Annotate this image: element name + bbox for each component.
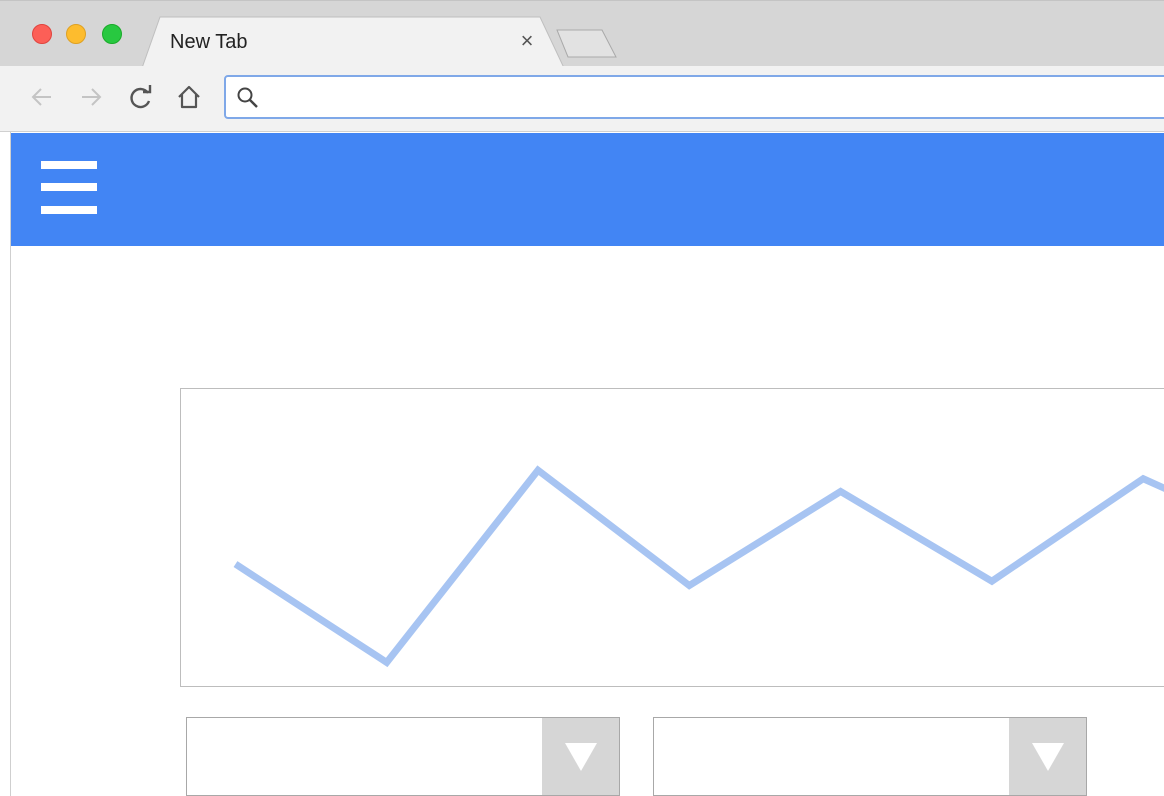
new-tab-icon xyxy=(556,29,617,58)
app-bar xyxy=(11,133,1164,246)
line-chart-plot xyxy=(233,465,1164,668)
new-tab-button[interactable] xyxy=(556,29,618,59)
home-icon xyxy=(178,85,200,109)
browser-window: New Tab × xyxy=(0,0,1164,796)
tab-close-icon[interactable]: × xyxy=(515,29,539,53)
menu-bar-line xyxy=(41,161,97,169)
address-bar[interactable] xyxy=(224,75,1164,119)
search-icon xyxy=(237,87,258,108)
hamburger-menu-icon[interactable] xyxy=(41,161,97,215)
dropdown-1-toggle[interactable] xyxy=(542,718,619,795)
window-maximize-button[interactable] xyxy=(102,24,122,44)
series-line-0 xyxy=(233,465,1164,668)
triangle-down-icon xyxy=(565,743,597,771)
reload-icon xyxy=(130,85,152,109)
menu-bar-line xyxy=(41,183,97,191)
dropdown-2[interactable] xyxy=(653,717,1087,796)
browser-toolbar xyxy=(0,66,1164,132)
window-close-button[interactable] xyxy=(32,24,52,44)
arrow-right-icon xyxy=(82,88,102,106)
reload-button[interactable] xyxy=(126,82,156,112)
window-minimize-button[interactable] xyxy=(66,24,86,44)
tab-new-tab[interactable]: New Tab × xyxy=(140,16,568,68)
forward-button[interactable] xyxy=(76,82,106,112)
address-input[interactable] xyxy=(270,83,1154,113)
triangle-down-icon xyxy=(1032,743,1064,771)
dropdown-2-toggle[interactable] xyxy=(1009,718,1086,795)
line-chart xyxy=(180,388,1164,687)
tab-strip: New Tab × xyxy=(0,0,1164,68)
back-button[interactable] xyxy=(27,82,57,112)
home-button[interactable] xyxy=(174,82,204,112)
menu-bar-line xyxy=(41,206,97,214)
arrow-left-icon xyxy=(31,88,51,106)
tab-title: New Tab xyxy=(170,31,248,53)
dropdown-1[interactable] xyxy=(186,717,620,796)
